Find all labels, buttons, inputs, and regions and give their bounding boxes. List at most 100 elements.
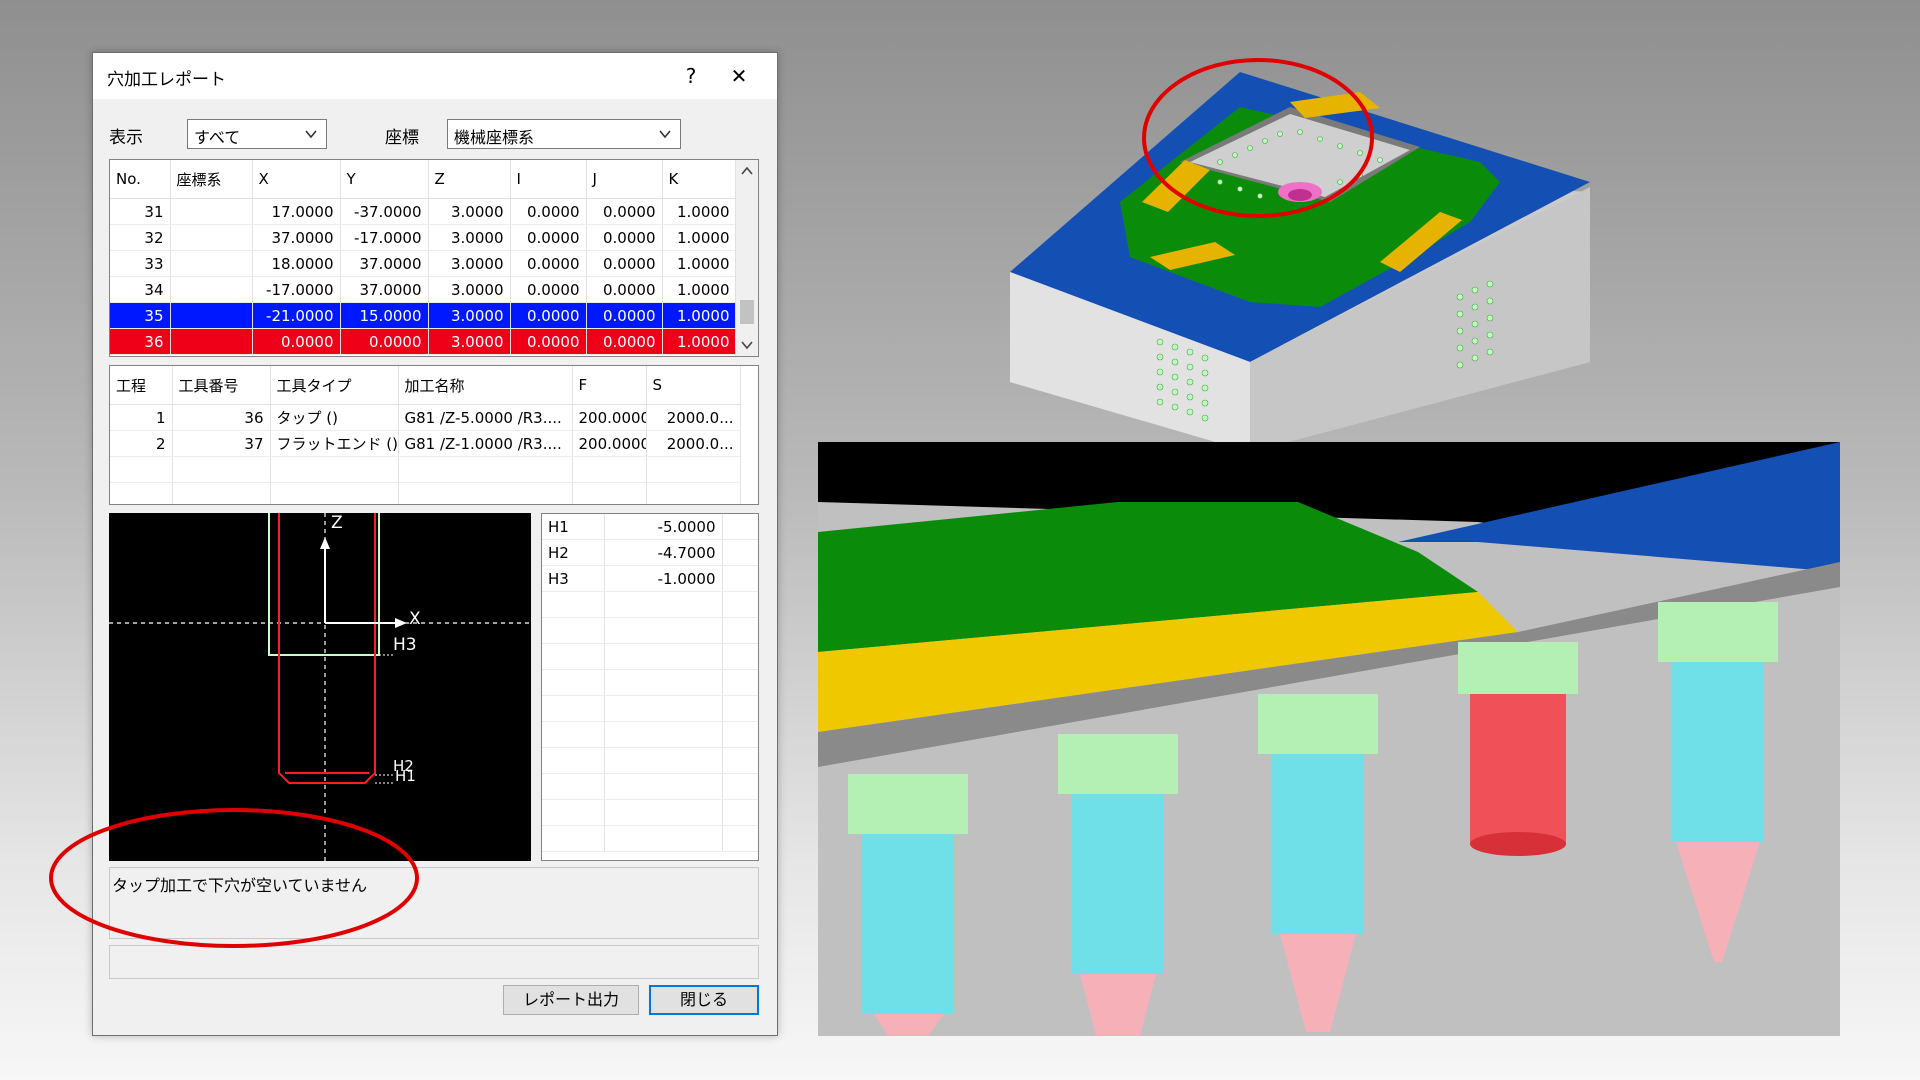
height-cell	[604, 747, 723, 774]
process-col-header[interactable]: S	[646, 366, 741, 405]
scroll-thumb[interactable]	[740, 300, 754, 324]
points-cell	[170, 276, 253, 303]
points-col-header[interactable]: Y	[340, 160, 429, 199]
points-cell: 17.0000	[252, 198, 341, 225]
help-button[interactable]: ?	[671, 59, 711, 93]
height-cell	[722, 514, 758, 540]
points-cell: 0.0000	[510, 224, 587, 251]
chevron-down-icon	[305, 130, 317, 139]
points-col-header[interactable]: No.	[110, 160, 171, 199]
process-col-header[interactable]: 工具タイプ	[270, 366, 399, 405]
process-col-header[interactable]: 工具番号	[172, 366, 271, 405]
dialog-title: 穴加工レポート	[107, 70, 226, 90]
height-cell	[604, 643, 723, 670]
display-select[interactable]: すべて	[187, 119, 327, 149]
tool-4	[1458, 642, 1578, 856]
points-col-header[interactable]: X	[252, 160, 341, 199]
height-name: H3	[542, 565, 605, 592]
process-cell	[110, 456, 173, 483]
points-row[interactable]: 36 0.0000 0.0000 3.0000 0.0000 0.0000 1.0000	[110, 328, 737, 355]
points-cell: 0.0000	[586, 250, 663, 277]
height-cell	[542, 825, 605, 852]
points-col-header[interactable]: 座標系	[170, 160, 253, 199]
points-cell: 31	[110, 198, 171, 225]
process-cell	[110, 482, 173, 504]
process-cell	[646, 482, 741, 504]
annotation-ellipse-3d	[1142, 58, 1374, 218]
points-cell: 3.0000	[428, 224, 511, 251]
points-cell: 0.0000	[510, 328, 587, 355]
height-cell	[542, 669, 605, 696]
process-cell: タップ ()	[270, 404, 399, 431]
height-row-empty	[542, 825, 758, 852]
points-row[interactable]: 35 -21.0000 15.0000 3.0000 0.0000 0.0000 1.000…	[110, 302, 737, 329]
height-cell	[722, 565, 758, 592]
process-cell: 200.0000	[572, 404, 647, 431]
height-name: H1	[542, 514, 605, 540]
height-row[interactable]: H1 -5.0000	[542, 514, 758, 540]
points-cell: 32	[110, 224, 171, 251]
tool-1	[848, 774, 968, 1036]
height-row[interactable]: H3 -1.0000	[542, 565, 758, 592]
height-cell	[722, 591, 758, 618]
process-col-header[interactable]: 工程	[110, 366, 173, 405]
coord-select[interactable]: 機械座標系	[447, 119, 681, 149]
points-cell: 1.0000	[662, 250, 737, 277]
process-cell: 37	[172, 430, 271, 457]
process-cell: 2000.0...	[646, 430, 741, 457]
process-cell	[172, 456, 271, 483]
points-col-header[interactable]: Z	[428, 160, 511, 199]
points-cell: -37.0000	[340, 198, 429, 225]
points-cell: -17.0000	[252, 276, 341, 303]
heights-table[interactable]: H1 -5.0000 H2 -4.7000 H3 -1.0000	[541, 513, 759, 861]
process-row[interactable]: 1 36 タップ () G81 /Z-5.0000 /R3.... 200.0000 20…	[110, 404, 741, 431]
scroll-up-icon[interactable]	[736, 162, 758, 180]
height-cell	[722, 643, 758, 670]
height-cell	[722, 695, 758, 722]
points-cell: 37.0000	[340, 276, 429, 303]
axis-z-label: Z	[331, 513, 343, 533]
height-row-empty	[542, 669, 758, 696]
points-col-header[interactable]: I	[510, 160, 587, 199]
height-cell	[542, 747, 605, 774]
points-col-header[interactable]: J	[586, 160, 663, 199]
points-cell: 0.0000	[510, 250, 587, 277]
height-cell	[542, 643, 605, 670]
points-cell: 0.0000	[586, 198, 663, 225]
points-row[interactable]: 32 37.0000 -17.0000 3.0000 0.0000 0.0000 1.000…	[110, 224, 737, 251]
points-table[interactable]: No. 座標系 X Y Z I J K 31 17.0000 -37.0000 3.0000 0.00…	[109, 159, 759, 357]
height-cell	[542, 799, 605, 826]
points-cell: 0.0000	[340, 328, 429, 355]
height-cell	[542, 591, 605, 618]
process-col-header[interactable]: 加工名称	[398, 366, 573, 405]
process-cell	[572, 482, 647, 504]
points-row[interactable]: 31 17.0000 -37.0000 3.0000 0.0000 0.0000 1.000…	[110, 198, 737, 225]
process-col-header[interactable]: F	[572, 366, 647, 405]
height-cell	[722, 617, 758, 644]
height-row-empty	[542, 799, 758, 826]
points-cell: 3.0000	[428, 276, 511, 303]
close-icon[interactable]: ✕	[719, 59, 759, 93]
points-cell: 37.0000	[340, 250, 429, 277]
process-row[interactable]: 2 37 フラットエンド () G81 /Z-1.0000 /R3.... 200.00…	[110, 430, 741, 457]
points-row[interactable]: 33 18.0000 37.0000 3.0000 0.0000 0.0000 1.0000	[110, 250, 737, 277]
points-cell	[170, 224, 253, 251]
points-scrollbar[interactable]	[735, 160, 758, 356]
annotation-ellipse	[49, 808, 419, 948]
report-output-button[interactable]: レポート出力	[503, 985, 639, 1015]
points-cell: 1.0000	[662, 276, 737, 303]
height-cell	[604, 591, 723, 618]
height-cell	[722, 539, 758, 566]
display-select-value: すべて	[194, 128, 241, 147]
points-row[interactable]: 34 -17.0000 37.0000 3.0000 0.0000 0.0000 1.000…	[110, 276, 737, 303]
close-button[interactable]: 閉じる	[649, 985, 759, 1015]
scroll-down-icon[interactable]	[736, 336, 758, 354]
height-cell	[542, 617, 605, 644]
process-table[interactable]: 工程 工具番号 工具タイプ 加工名称 F S 1 36 タップ () G81 /Z-5.0000…	[109, 365, 759, 505]
points-cell: 0.0000	[510, 302, 587, 329]
points-cell: 3.0000	[428, 250, 511, 277]
process-cell: 2000.0...	[646, 404, 741, 431]
points-col-header[interactable]: K	[662, 160, 737, 199]
height-cell	[722, 825, 758, 852]
height-row[interactable]: H2 -4.7000	[542, 539, 758, 566]
